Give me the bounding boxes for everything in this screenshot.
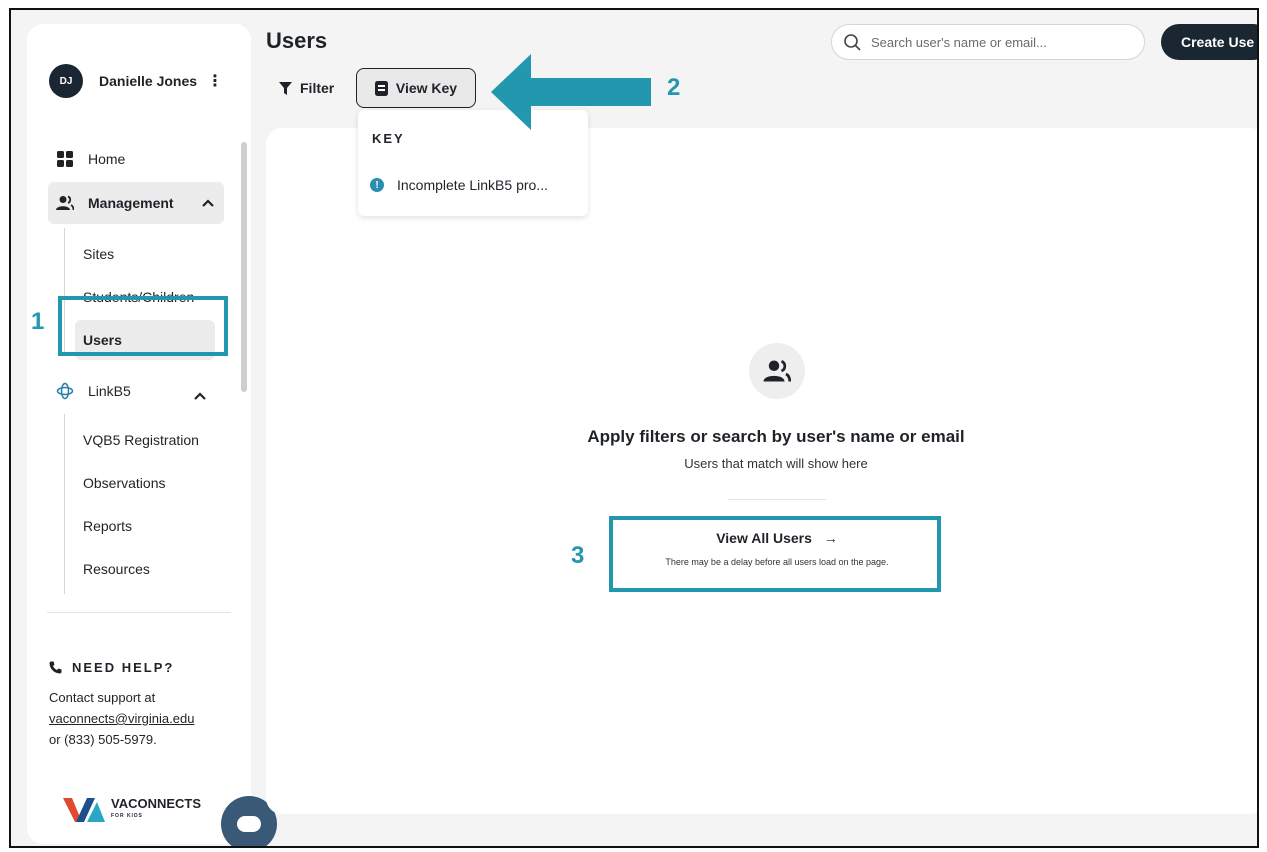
page-title: Users: [266, 28, 328, 53]
key-icon: [374, 80, 388, 96]
user-profile[interactable]: DJ Danielle Jones ⋮: [49, 64, 223, 98]
annotation-arrow-icon: [491, 54, 651, 130]
help-line: Contact support at: [49, 690, 156, 705]
sidebar-item-label: Management: [88, 195, 174, 211]
step-number-3: 3: [571, 542, 585, 569]
empty-state-title: Apply filters or search by user's name o…: [587, 427, 965, 446]
sidebar-item-vqb5-registration[interactable]: VQB5 Registration: [83, 432, 199, 448]
linkb5-icon: [56, 382, 74, 400]
user-name: Danielle Jones: [99, 73, 198, 89]
view-key-label: View Key: [395, 80, 458, 96]
key-item: ! Incomplete LinkB5 pro...: [370, 177, 548, 193]
users-icon: [749, 343, 805, 399]
filter-icon: [279, 81, 292, 95]
chevron-up-icon[interactable]: [194, 387, 206, 403]
help-heading: NEED HELP?: [49, 660, 174, 675]
sidebar-item-home[interactable]: Home: [56, 150, 125, 168]
sidebar-item-observations[interactable]: Observations: [83, 475, 165, 491]
create-user-button[interactable]: Create Use: [1161, 24, 1257, 60]
sidebar-item-linkb5[interactable]: LinkB5: [56, 382, 216, 400]
sidebar-item-label: Home: [88, 151, 126, 167]
sidebar-divider: [47, 612, 231, 613]
sidebar-item-label: LinkB5: [88, 383, 131, 399]
sidebar-item-management[interactable]: Management: [48, 182, 224, 224]
key-item-label: Incomplete LinkB5 pro...: [397, 177, 548, 193]
search-icon: [844, 33, 861, 51]
search-input[interactable]: Search user's name or email...: [831, 24, 1145, 60]
sidebar-item-resources[interactable]: Resources: [83, 561, 150, 577]
logo-wordmark: VACONNECTS FOR KIDS: [111, 796, 202, 822]
avatar: DJ: [49, 64, 83, 98]
chat-icon: [237, 816, 261, 832]
phone-icon: [49, 661, 62, 674]
sidebar-scrollbar[interactable]: [241, 142, 247, 392]
empty-state-subtitle: Users that match will show here: [684, 456, 868, 471]
step-number-1: 1: [31, 308, 45, 335]
sidebar: DJ Danielle Jones ⋮ Home Management Site…: [27, 24, 251, 844]
sidebar-item-sites[interactable]: Sites: [83, 246, 114, 262]
view-key-button[interactable]: View Key: [356, 68, 476, 108]
filter-label: Filter: [300, 80, 335, 96]
empty-state-divider: [728, 499, 826, 500]
filter-button[interactable]: Filter: [279, 80, 334, 96]
sidebar-item-reports[interactable]: Reports: [83, 518, 132, 534]
vaconnects-logo: VACONNECTS FOR KIDS: [63, 796, 201, 824]
results-panel: [266, 128, 1257, 814]
key-title: KEY: [372, 131, 405, 146]
app-frame: DJ Danielle Jones ⋮ Home Management Site…: [9, 8, 1259, 848]
help-line: or (833) 505-5979.: [49, 732, 157, 747]
grid-icon: [56, 150, 74, 168]
step-number-2: 2: [667, 74, 681, 101]
search-placeholder: Search user's name or email...: [871, 34, 1047, 50]
submenu-line: [64, 414, 65, 594]
chevron-up-icon[interactable]: [202, 196, 214, 210]
logo-mark-icon: [63, 798, 105, 822]
more-options-icon[interactable]: ⋮: [207, 71, 223, 91]
support-email-link[interactable]: vaconnects@virginia.edu: [49, 711, 194, 726]
highlight-box-users: [58, 296, 228, 356]
help-title: NEED HELP?: [72, 660, 175, 675]
alert-icon: !: [370, 178, 384, 192]
logo-tagline: FOR KIDS: [111, 813, 143, 819]
users-icon: [56, 195, 74, 211]
highlight-box-view-all: [609, 516, 941, 592]
help-text: Contact support at vaconnects@virginia.e…: [49, 687, 239, 750]
logo-name: VACONNECTS: [111, 796, 202, 811]
